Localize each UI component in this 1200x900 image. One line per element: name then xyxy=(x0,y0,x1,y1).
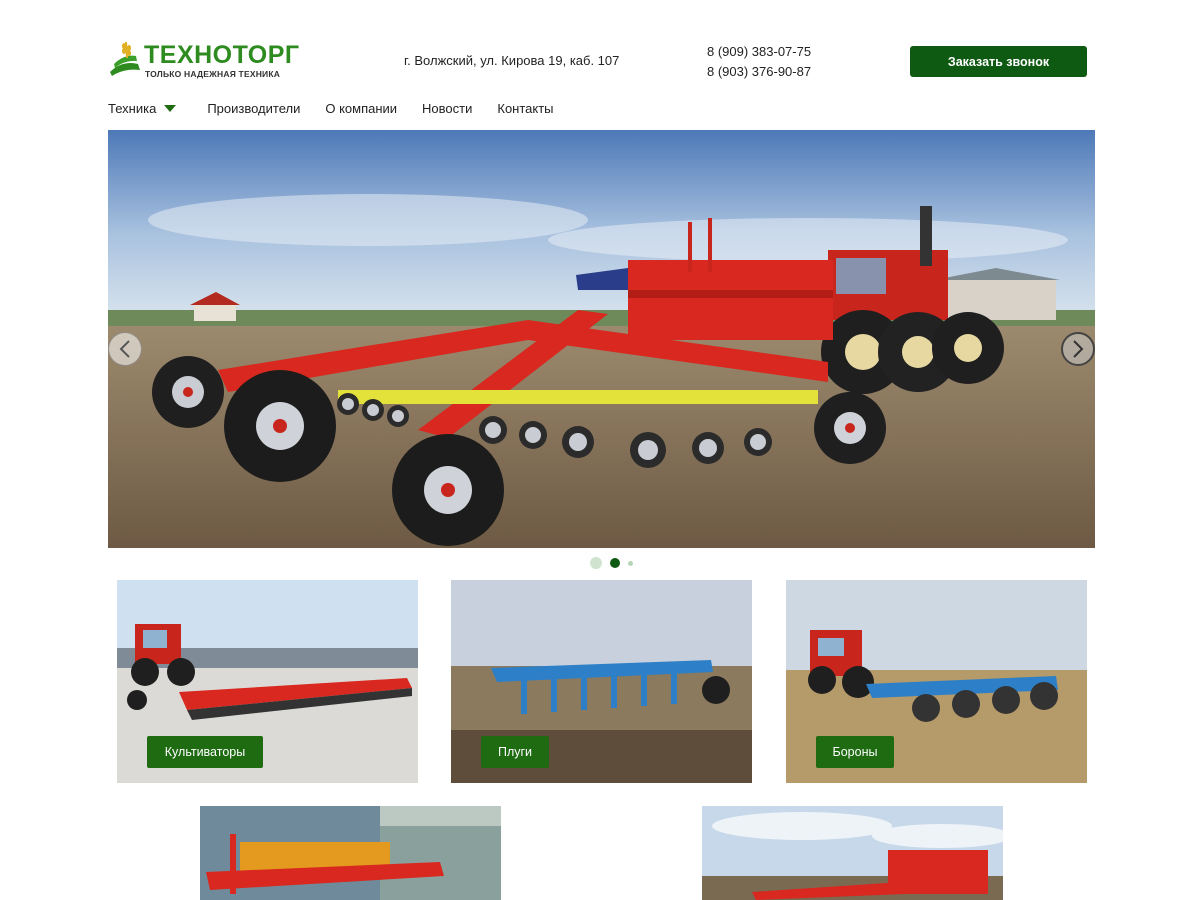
category-label[interactable]: Культиваторы xyxy=(147,736,263,768)
logo-subtitle: ТОЛЬКО НАДЕЖНАЯ ТЕХНИКА xyxy=(145,69,281,79)
category-card-seeders[interactable] xyxy=(702,806,1003,900)
chevron-right-icon xyxy=(1073,340,1084,358)
logo[interactable]: ТЕХНОТОРГ ТОЛЬКО НАДЕЖНАЯ ТЕХНИКА xyxy=(108,38,299,82)
slide-image-seeder xyxy=(108,130,1095,548)
slider-dots xyxy=(590,557,641,569)
nav-item-label: Контакты xyxy=(497,100,554,116)
phone-1[interactable]: 8 (909) 383-07-75 xyxy=(707,42,811,62)
nav-item-label: Производители xyxy=(207,100,301,116)
slider-next-arrow[interactable] xyxy=(1061,332,1095,366)
logo-title: ТЕХНОТОРГ xyxy=(144,41,300,69)
category-card-sprayers[interactable] xyxy=(200,806,501,900)
order-call-button[interactable]: Заказать звонок xyxy=(910,46,1087,77)
sprayer-image xyxy=(200,806,501,900)
hero-slider[interactable] xyxy=(108,130,1095,548)
nav-item-manufacturers[interactable]: Производители xyxy=(207,101,300,116)
category-label[interactable]: Плуги xyxy=(481,736,549,768)
caret-down-icon[interactable] xyxy=(164,104,177,112)
category-card-harrows[interactable]: Бороны xyxy=(786,580,1087,783)
nav-item-news[interactable]: Новости xyxy=(422,101,472,116)
nav-item-label: Новости xyxy=(422,100,473,116)
wheat-logo-icon xyxy=(110,41,140,76)
slider-dot-1[interactable] xyxy=(590,557,602,569)
nav-item-equipment[interactable]: Техника xyxy=(108,100,177,116)
chevron-left-icon xyxy=(119,340,130,358)
phone-2[interactable]: 8 (903) 376-90-87 xyxy=(707,62,811,82)
slider-prev-arrow[interactable] xyxy=(108,332,142,366)
address: г. Волжский, ул. Кирова 19, каб. 107 xyxy=(404,53,620,68)
main-nav: Техника Производители О компании Новости… xyxy=(108,98,579,118)
nav-item-contacts[interactable]: Контакты xyxy=(497,101,553,116)
category-card-ploughs[interactable]: Плуги xyxy=(451,580,752,783)
seeder-image xyxy=(702,806,1003,900)
nav-item-about[interactable]: О компании xyxy=(325,101,397,116)
category-card-cultivators[interactable]: Культиваторы xyxy=(117,580,418,783)
slider-dot-2-active[interactable] xyxy=(610,558,620,568)
nav-item-label: О компании xyxy=(325,100,398,116)
nav-item-label: Техника xyxy=(108,100,157,116)
category-label[interactable]: Бороны xyxy=(816,736,894,768)
slider-dot-3[interactable] xyxy=(628,560,633,566)
phones: 8 (909) 383-07-75 8 (903) 376-90-87 xyxy=(707,42,811,82)
